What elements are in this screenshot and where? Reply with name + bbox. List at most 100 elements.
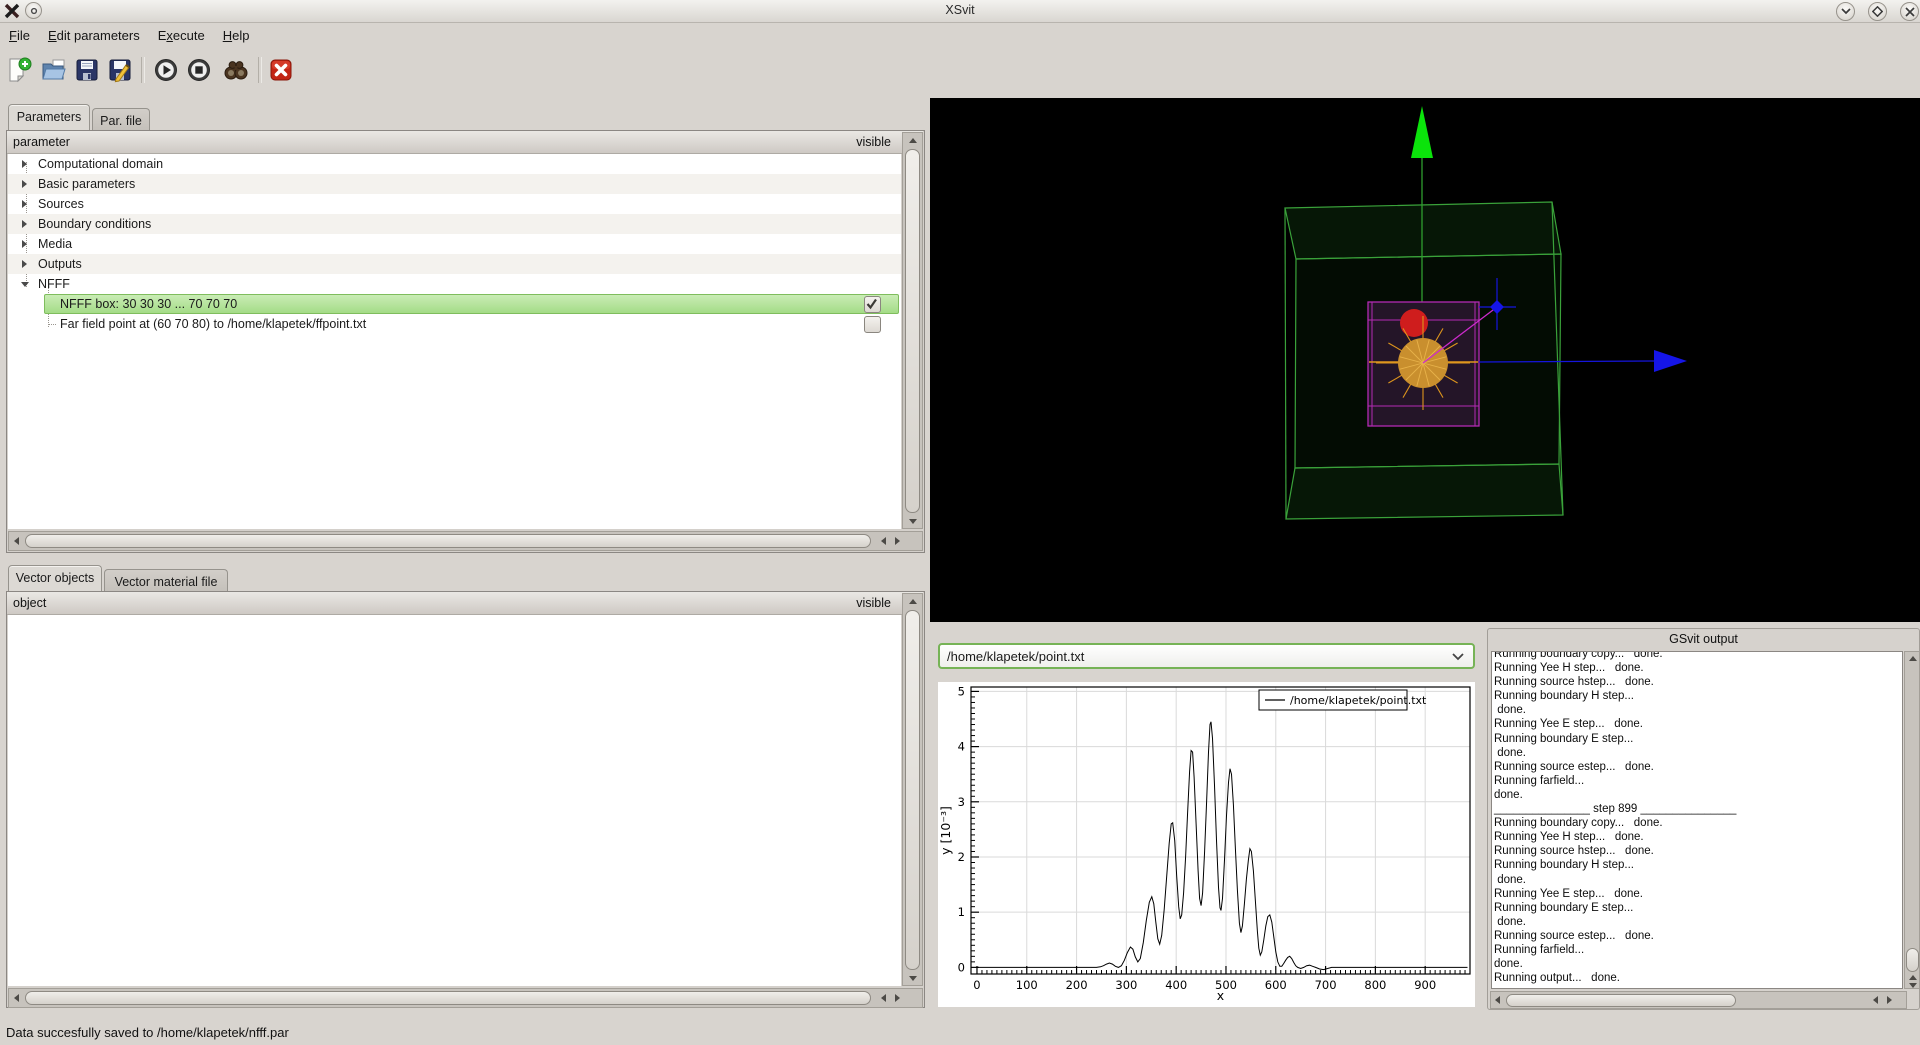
vector-objects-panel: object visible [6,591,925,1008]
vector-column-header[interactable]: object visible [7,592,923,615]
tab-label: Vector objects [15,571,95,585]
menu-file[interactable]: File [0,24,39,47]
minimize-button[interactable] [1836,2,1855,21]
toolbar-separator [141,57,145,83]
tree-row[interactable]: Far field point at (60 70 80) to /home/k… [8,314,901,334]
menu-edit-parameters[interactable]: Edit parameters [39,24,149,47]
tree-column-header[interactable]: parameter visible [7,131,923,154]
open-file-button[interactable] [39,55,69,85]
log-horizontal-scrollbar[interactable] [1490,991,1907,1009]
save-as-icon [109,59,131,83]
tree-row[interactable]: Sources [8,194,901,214]
tree-row[interactable]: Basic parameters [8,174,901,194]
new-file-button[interactable] [4,55,34,85]
tab-vector-objects[interactable]: Vector objects [8,565,102,592]
column-parameter: parameter [13,135,70,149]
tree-row-label: NFFF box: 30 30 30 ... 70 70 70 [60,297,238,311]
save-as-button[interactable] [105,55,135,85]
tree-row-label: NFFF [38,277,70,291]
save-icon [76,59,98,81]
log-line: Running boundary H step... [1494,690,1635,703]
gsvit-output-title: GSvit output [1669,632,1738,646]
tab-parameters[interactable]: Parameters [8,104,90,131]
log-vertical-scrollbar[interactable] [1904,651,1920,989]
scene-3d-viewport[interactable] [930,98,1920,622]
tab-vector-material-file[interactable]: Vector material file [104,569,228,591]
save-button[interactable] [72,55,102,85]
status-bar: Data succesfully saved to /home/klapetek… [6,1022,1406,1042]
x-axis-arrow [1654,350,1687,372]
menu-help[interactable]: Help [214,24,259,47]
run-icon [155,59,177,81]
gsvit-output-log[interactable]: Running boundary copy... done. Running Ye… [1491,651,1903,989]
log-line: Running source estep... done. [1494,760,1654,773]
expander-closed-icon[interactable] [22,260,27,268]
svg-text:900: 900 [1414,978,1436,992]
vector-horizontal-scrollbar[interactable] [8,988,923,1008]
log-line: Running boundary E step... [1494,901,1634,914]
visible-checkbox[interactable] [864,316,881,333]
tab-label: Par. file [100,114,142,128]
tree-row[interactable]: NFFF [8,274,901,294]
tab-par-file[interactable]: Par. file [92,108,150,130]
title-bar[interactable]: XSvit [0,0,1920,23]
svg-text:700: 700 [1315,978,1337,992]
parameter-tree: Computational domain Basic parameters Sour… [8,154,901,529]
point-output-graph[interactable]: 0 100 200 300 400 500 600 700 800 900 0 1 2 3 4 5 x y [10… [938,682,1475,1007]
svg-text:y [10⁻³]: y [10⁻³] [938,806,953,855]
tree-row-label: Sources [38,197,84,211]
expander-closed-icon[interactable] [22,160,27,168]
expander-open-icon[interactable] [21,282,29,287]
tree-row-label: Computational domain [38,157,164,171]
svg-text:5: 5 [958,684,965,698]
preview-button[interactable] [221,55,251,85]
toolbar-separator [258,57,262,83]
expander-closed-icon[interactable] [22,240,27,248]
gsvit-output-panel: GSvit output Running boundary copy... do… [1487,628,1920,1010]
svg-text:3: 3 [958,795,965,809]
log-line: Running source estep... done. [1494,929,1654,942]
maximize-button[interactable] [1868,2,1887,21]
log-line: Running Yee E step... done. [1494,718,1643,731]
svg-text:4: 4 [958,740,965,754]
tree-row[interactable]: Outputs [8,254,901,274]
log-line: Running Yee E step... done. [1494,887,1643,900]
tree-horizontal-scrollbar[interactable] [8,531,923,551]
parameter-tree-panel: parameter visible Computational domain Ba… [6,130,925,553]
quit-button[interactable] [266,55,296,85]
tree-row-label: Basic parameters [38,177,136,191]
expander-closed-icon[interactable] [22,200,27,208]
stop-button[interactable] [184,55,214,85]
point-file-dropdown[interactable]: /home/klapetek/point.txt [938,643,1475,669]
log-line: _______________ step 899 _______________ [1494,803,1737,816]
tree-vertical-scrollbar[interactable] [902,132,923,529]
visible-checkbox[interactable] [864,296,881,313]
tree-row-label: Media [38,237,73,251]
tree-row[interactable]: Media [8,234,901,254]
window-title: XSvit [945,3,975,17]
tree-row[interactable]: Computational domain [8,154,901,174]
log-line: done. [1494,788,1523,801]
tree-row[interactable]: NFFF box: 30 30 30 ... 70 70 70 [8,294,901,314]
expander-closed-icon[interactable] [22,220,27,228]
column-object: object [13,596,47,610]
tree-row-label: Boundary conditions [38,217,152,231]
material-sphere [1400,309,1428,337]
preview-icon [224,61,248,80]
svg-text:0: 0 [958,960,965,974]
tab-label: Vector material file [114,575,218,589]
vector-object-list [8,615,901,986]
vector-vertical-scrollbar[interactable] [902,593,923,986]
svg-text:100: 100 [1016,978,1038,992]
menu-execute[interactable]: Execute [149,24,214,47]
new-file-icon [9,57,32,83]
toolbar [0,48,1920,102]
tree-row[interactable]: Boundary conditions [8,214,901,234]
close-button[interactable] [1900,2,1919,21]
log-line: Running Yee H step... done. [1494,662,1644,675]
expander-closed-icon[interactable] [22,180,27,188]
status-message: Data succesfully saved to /home/klapetek… [6,1024,289,1040]
log-line: Running source hstep... done. [1494,676,1654,689]
run-button[interactable] [151,55,181,85]
svg-text:300: 300 [1115,978,1137,992]
